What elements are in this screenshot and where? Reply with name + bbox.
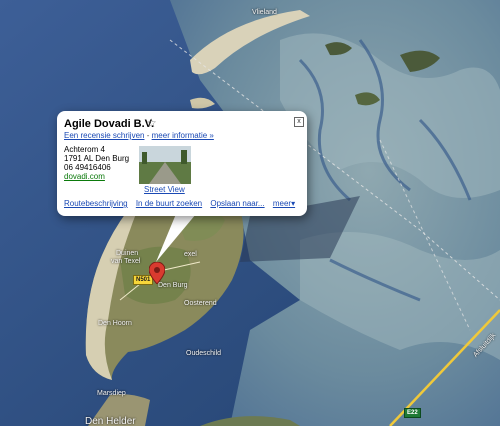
info-window-pointer — [156, 214, 196, 262]
search-nearby-link[interactable]: In de buurt zoeken — [136, 199, 202, 208]
street-view-link[interactable]: Street View — [144, 185, 185, 194]
directions-link[interactable]: Routebeschrijving — [64, 199, 128, 208]
link-separator: - — [146, 131, 150, 140]
website-link[interactable]: dovadi.com — [64, 172, 105, 181]
address-street: Achterom 4 — [64, 145, 105, 154]
phone-number: 06 49416406 — [64, 163, 111, 172]
info-window-actions: Routebeschrijving In de buurt zoeken Ops… — [64, 199, 301, 208]
label-den-hoorn: Den Hoorn — [98, 320, 132, 327]
review-links: Een recensie schrijven - meer informatie… — [64, 131, 214, 140]
save-to-link[interactable]: Opslaan naar... — [210, 199, 264, 208]
more-dropdown[interactable]: meer▾ — [273, 199, 295, 208]
label-den-helder: Den Helder — [85, 416, 136, 426]
map-canvas[interactable]: Vlieland Duinen van Texel exel Den Burg … — [0, 0, 500, 426]
road-e22-shield: E22 — [404, 408, 421, 418]
label-duinen: Duinen — [116, 250, 139, 257]
location-marker-icon[interactable] — [149, 262, 165, 284]
write-review-link[interactable]: Een recensie schrijven — [64, 131, 144, 140]
label-van-texel: van Texel — [111, 258, 141, 265]
label-vlieland: Vlieland — [252, 9, 277, 16]
label-oosterend: Oosterend — [184, 300, 217, 307]
label-marsdiep: Marsdiep — [97, 390, 126, 397]
more-info-link[interactable]: meer informatie » — [152, 131, 214, 140]
business-title: Agile Dovadi B.V. — [64, 118, 155, 130]
address-city: 1791 AL Den Burg — [64, 154, 130, 163]
label-oudeschild: Oudeschild — [186, 350, 222, 357]
street-view-thumbnail[interactable] — [139, 146, 191, 184]
star-icon[interactable]: ☆ — [146, 116, 157, 130]
close-icon[interactable]: x — [294, 117, 304, 127]
